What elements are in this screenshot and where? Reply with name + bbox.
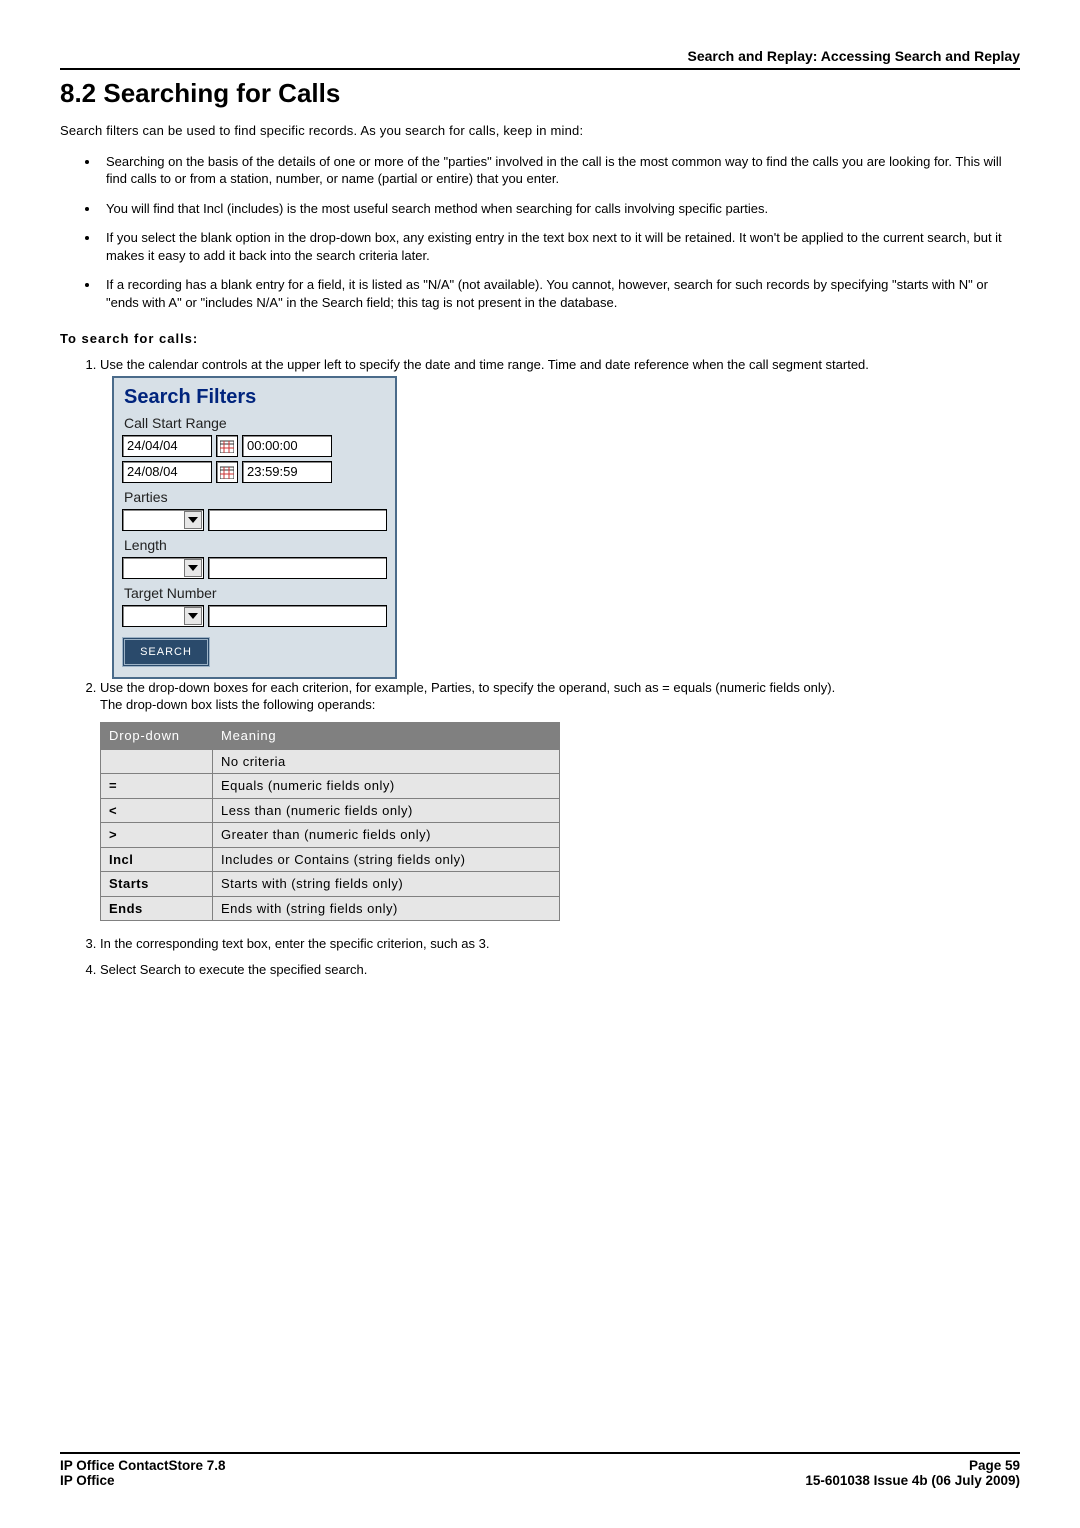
- length-operand-select[interactable]: [122, 557, 204, 579]
- step-4: Select Search to execute the specified s…: [100, 961, 1020, 979]
- op-cell: >: [101, 823, 213, 848]
- target-value-input[interactable]: [208, 605, 387, 627]
- filters-wrapper: Search Filters Call Start Range Parties: [112, 376, 1020, 679]
- mean-cell: Greater than (numeric fields only): [213, 823, 560, 848]
- step-1-text: Use the calendar controls at the upper l…: [100, 357, 869, 372]
- date-to-input[interactable]: [122, 461, 212, 483]
- chevron-down-icon: [184, 559, 202, 577]
- col-dropdown: Drop-down: [101, 723, 213, 750]
- table-row: No criteria: [101, 749, 560, 774]
- footer-line-1: IP Office ContactStore 7.8 Page 59: [60, 1458, 1020, 1473]
- step-3: In the corresponding text box, enter the…: [100, 935, 1020, 953]
- target-operand-select[interactable]: [122, 605, 204, 627]
- target-number-label: Target Number: [124, 585, 387, 601]
- footer-right-1: Page 59: [969, 1458, 1020, 1473]
- date-to-row: [122, 461, 387, 483]
- footer-left-1: IP Office ContactStore 7.8: [60, 1458, 226, 1473]
- search-filters-panel: Search Filters Call Start Range Parties: [112, 376, 397, 679]
- mean-cell: Less than (numeric fields only): [213, 798, 560, 823]
- date-from-input[interactable]: [122, 435, 212, 457]
- parties-row: [122, 509, 387, 531]
- parties-label: Parties: [124, 489, 387, 505]
- intro-paragraph: Search filters can be used to find speci…: [60, 122, 1020, 140]
- length-row: [122, 557, 387, 579]
- footer-right-2: 15-601038 Issue 4b (06 July 2009): [805, 1473, 1020, 1488]
- mean-cell: Includes or Contains (string fields only…: [213, 847, 560, 872]
- op-cell: Incl: [101, 847, 213, 872]
- chevron-down-icon: [184, 607, 202, 625]
- chevron-down-icon: [184, 511, 202, 529]
- op-cell: [101, 749, 213, 774]
- step-1: Use the calendar controls at the upper l…: [100, 356, 1020, 374]
- call-start-range-label: Call Start Range: [124, 415, 387, 431]
- table-row: > Greater than (numeric fields only): [101, 823, 560, 848]
- mean-cell: Equals (numeric fields only): [213, 774, 560, 799]
- length-label: Length: [124, 537, 387, 553]
- steps-list: Use the calendar controls at the upper l…: [100, 356, 1020, 374]
- col-meaning: Meaning: [213, 723, 560, 750]
- length-value-input[interactable]: [208, 557, 387, 579]
- mean-cell: No criteria: [213, 749, 560, 774]
- table-row: Starts Starts with (string fields only): [101, 872, 560, 897]
- table-header-row: Drop-down Meaning: [101, 723, 560, 750]
- document-page: Search and Replay: Accessing Search and …: [0, 0, 1080, 1528]
- table-row: = Equals (numeric fields only): [101, 774, 560, 799]
- footer-line-2: IP Office 15-601038 Issue 4b (06 July 20…: [60, 1473, 1020, 1488]
- date-from-row: [122, 435, 387, 457]
- steps-list-cont: Use the drop-down boxes for each criteri…: [100, 679, 1020, 979]
- header-rule: [60, 68, 1020, 70]
- filters-title: Search Filters: [124, 386, 387, 409]
- step-4-text: Select Search to execute the specified s…: [100, 962, 367, 977]
- op-cell: Ends: [101, 896, 213, 921]
- step-2-text-b: The drop-down box lists the following op…: [100, 697, 375, 712]
- op-cell: <: [101, 798, 213, 823]
- bullet-item: You will find that Incl (includes) is th…: [100, 200, 1020, 218]
- procedure-heading: To search for calls:: [60, 331, 1020, 346]
- page-title: 8.2 Searching for Calls: [60, 78, 1020, 109]
- parties-value-input[interactable]: [208, 509, 387, 531]
- step-2: Use the drop-down boxes for each criteri…: [100, 679, 1020, 921]
- calendar-icon[interactable]: [216, 461, 238, 483]
- footer-left-2: IP Office: [60, 1473, 115, 1488]
- target-row: [122, 605, 387, 627]
- time-to-input[interactable]: [242, 461, 332, 483]
- bullet-item: If a recording has a blank entry for a f…: [100, 276, 1020, 311]
- search-button[interactable]: SEARCH: [122, 637, 210, 667]
- op-cell: Starts: [101, 872, 213, 897]
- bullet-item: Searching on the basis of the details of…: [100, 153, 1020, 188]
- operand-table: Drop-down Meaning No criteria = Equals (…: [100, 722, 560, 921]
- breadcrumb: Search and Replay: Accessing Search and …: [60, 48, 1020, 64]
- table-row: Incl Includes or Contains (string fields…: [101, 847, 560, 872]
- op-cell: =: [101, 774, 213, 799]
- table-row: < Less than (numeric fields only): [101, 798, 560, 823]
- step-2-text-a: Use the drop-down boxes for each criteri…: [100, 680, 835, 695]
- page-footer: IP Office ContactStore 7.8 Page 59 IP Of…: [60, 1452, 1020, 1488]
- step-3-text: In the corresponding text box, enter the…: [100, 936, 490, 951]
- table-row: Ends Ends with (string fields only): [101, 896, 560, 921]
- time-from-input[interactable]: [242, 435, 332, 457]
- calendar-icon[interactable]: [216, 435, 238, 457]
- footer-rule: [60, 1452, 1020, 1454]
- parties-operand-select[interactable]: [122, 509, 204, 531]
- bullet-list: Searching on the basis of the details of…: [100, 153, 1020, 312]
- mean-cell: Starts with (string fields only): [213, 872, 560, 897]
- mean-cell: Ends with (string fields only): [213, 896, 560, 921]
- bullet-item: If you select the blank option in the dr…: [100, 229, 1020, 264]
